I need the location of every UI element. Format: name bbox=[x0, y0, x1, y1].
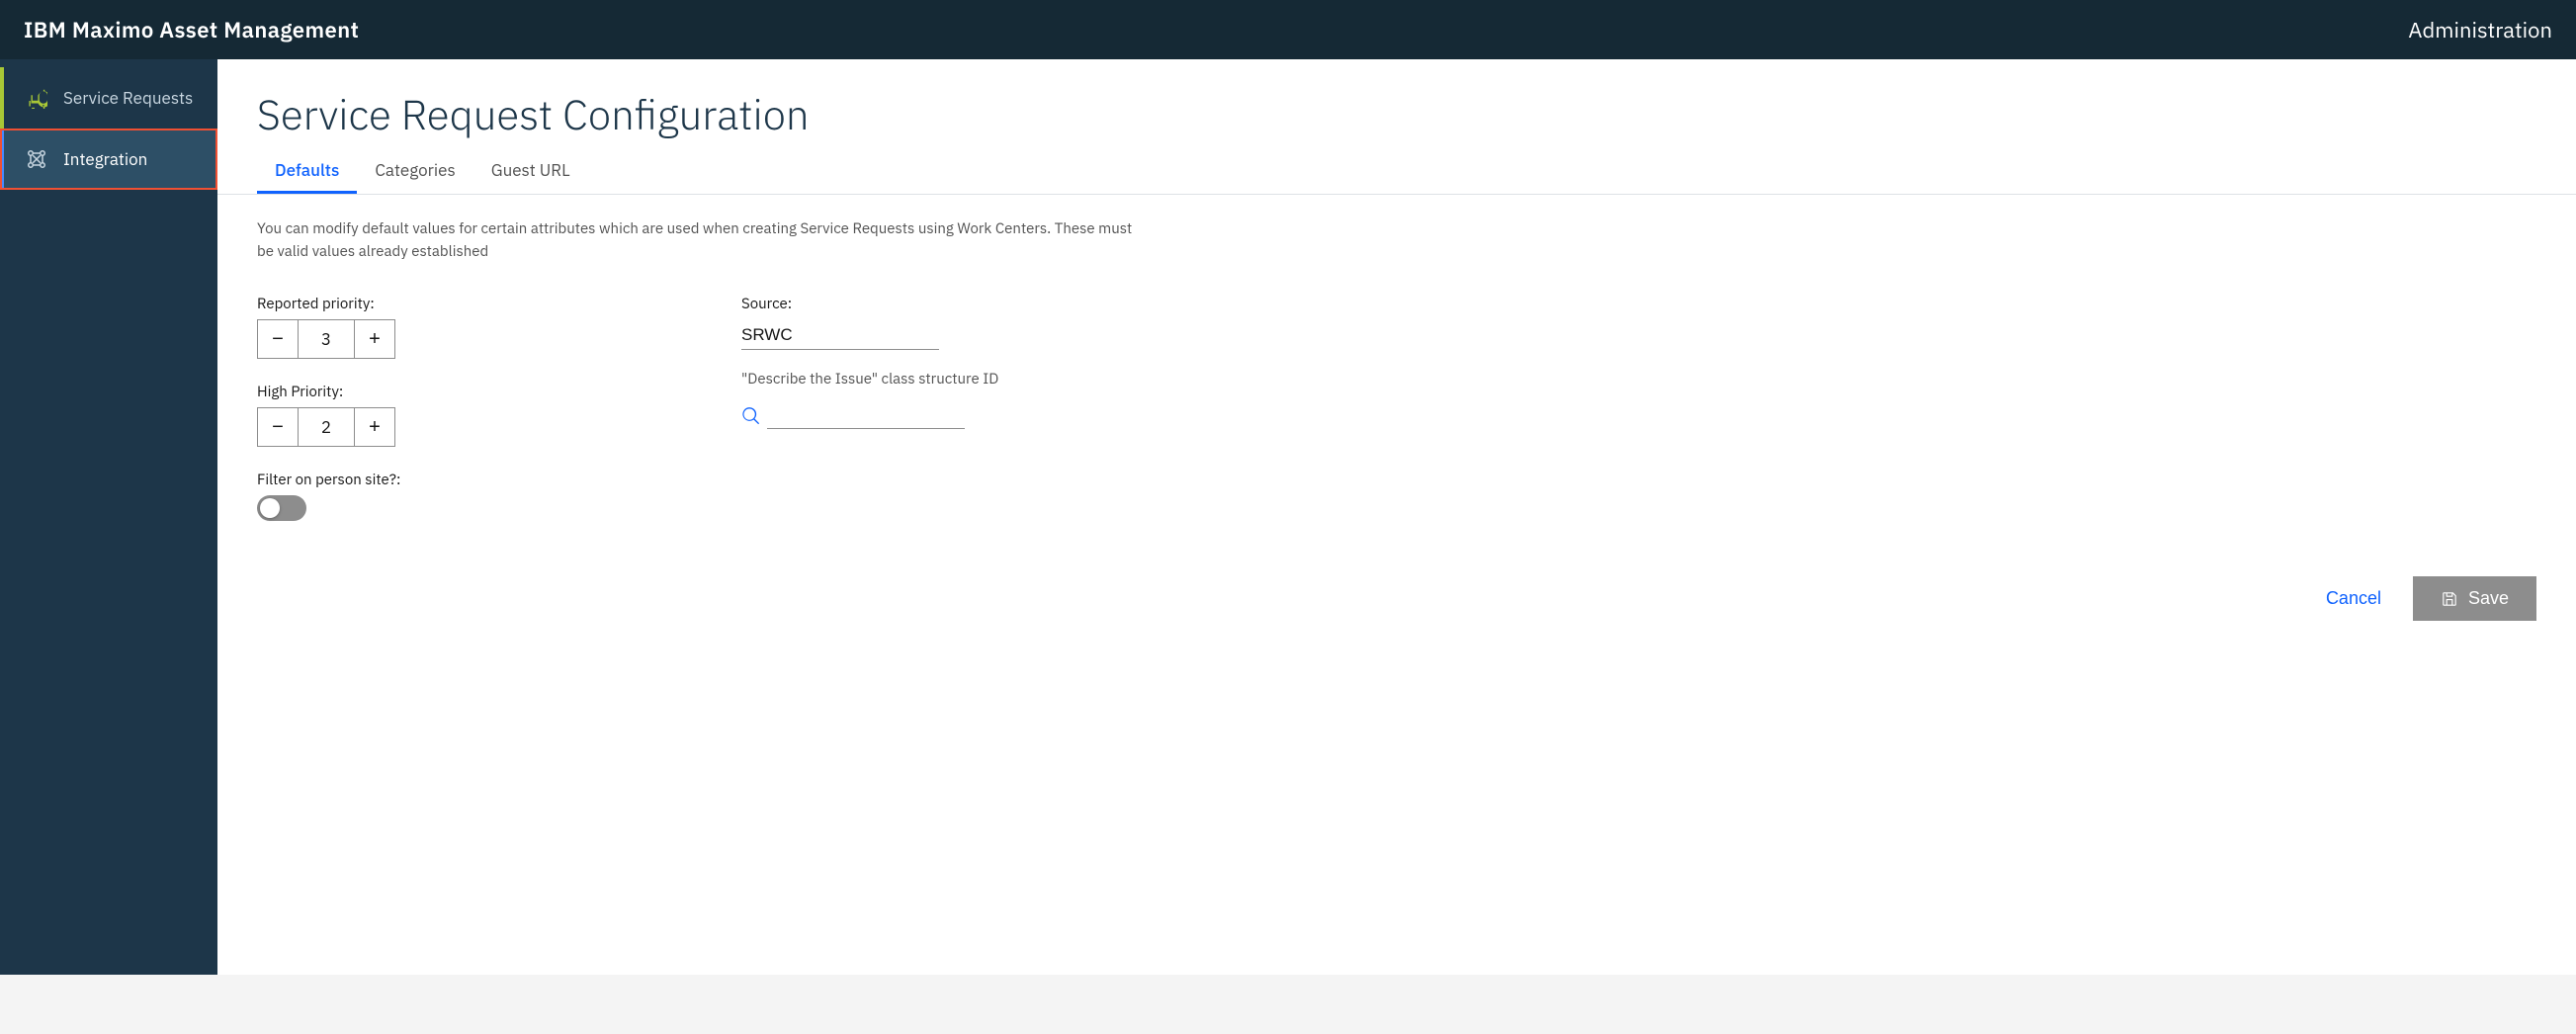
filter-person-site-group: Filter on person site?: bbox=[257, 471, 662, 521]
reported-priority-stepper: − 3 + bbox=[257, 319, 395, 359]
reported-priority-label: Reported priority: bbox=[257, 295, 662, 313]
reported-priority-increment[interactable]: + bbox=[355, 320, 394, 358]
app-title: IBM Maximo Asset Management bbox=[24, 16, 359, 44]
sidebar: Service Requests Integration bbox=[0, 59, 217, 975]
class-structure-input[interactable] bbox=[767, 402, 965, 429]
sidebar-item-service-requests[interactable]: Service Requests bbox=[0, 67, 217, 129]
filter-person-site-toggle-wrapper bbox=[257, 495, 662, 521]
right-form-section: Source: "Describe the Issue" class struc… bbox=[741, 295, 1147, 521]
main-content: Service Request Configuration Defaults C… bbox=[217, 59, 2576, 975]
sidebar-item-label: Service Requests bbox=[63, 87, 193, 109]
filter-person-site-toggle[interactable] bbox=[257, 495, 306, 521]
high-priority-increment[interactable]: + bbox=[355, 408, 394, 446]
tab-guest-url[interactable]: Guest URL bbox=[473, 149, 588, 194]
class-structure-search-button[interactable] bbox=[741, 406, 761, 426]
integration-icon bbox=[24, 146, 49, 172]
cancel-button[interactable]: Cancel bbox=[2310, 578, 2397, 619]
sidebar-item-integration[interactable]: Integration bbox=[0, 129, 217, 190]
class-structure-group: "Describe the Issue" class structure ID bbox=[741, 370, 1147, 429]
source-group: Source: bbox=[741, 295, 1147, 350]
filter-person-site-label: Filter on person site?: bbox=[257, 471, 662, 489]
high-priority-label: High Priority: bbox=[257, 383, 662, 401]
main-layout: Service Requests Integration bbox=[0, 59, 2576, 975]
high-priority-group: High Priority: − 2 + bbox=[257, 383, 662, 447]
tabs-bar: Defaults Categories Guest URL bbox=[217, 149, 2576, 195]
tab-categories[interactable]: Categories bbox=[357, 149, 472, 194]
reported-priority-group: Reported priority: − 3 + bbox=[257, 295, 662, 359]
toggle-track[interactable] bbox=[257, 495, 306, 521]
save-icon bbox=[2441, 590, 2458, 608]
source-input[interactable] bbox=[741, 321, 939, 350]
page-title: Service Request Configuration bbox=[217, 59, 2576, 149]
action-bar: Cancel Save bbox=[217, 545, 2576, 652]
save-label: Save bbox=[2468, 588, 2509, 609]
source-label: Source: bbox=[741, 295, 1147, 313]
high-priority-stepper: − 2 + bbox=[257, 407, 395, 447]
high-priority-decrement[interactable]: − bbox=[258, 408, 298, 446]
content-area: You can modify default values for certai… bbox=[217, 195, 2576, 545]
high-priority-value: 2 bbox=[298, 408, 355, 446]
megaphone-icon bbox=[24, 85, 49, 111]
form-grid: Reported priority: − 3 + High Priority: … bbox=[257, 295, 1147, 521]
reported-priority-decrement[interactable]: − bbox=[258, 320, 298, 358]
reported-priority-value: 3 bbox=[298, 320, 355, 358]
sidebar-item-label: Integration bbox=[63, 148, 147, 170]
class-structure-label: "Describe the Issue" class structure ID bbox=[741, 370, 1147, 388]
tab-defaults[interactable]: Defaults bbox=[257, 149, 357, 194]
toggle-thumb bbox=[260, 498, 280, 518]
section-title: Administration bbox=[2408, 16, 2552, 44]
save-button[interactable]: Save bbox=[2413, 576, 2536, 621]
app-header: IBM Maximo Asset Management Administrati… bbox=[0, 0, 2576, 59]
left-form-section: Reported priority: − 3 + High Priority: … bbox=[257, 295, 662, 521]
description-text: You can modify default values for certai… bbox=[257, 218, 1147, 263]
class-structure-search-wrapper bbox=[741, 402, 1147, 429]
